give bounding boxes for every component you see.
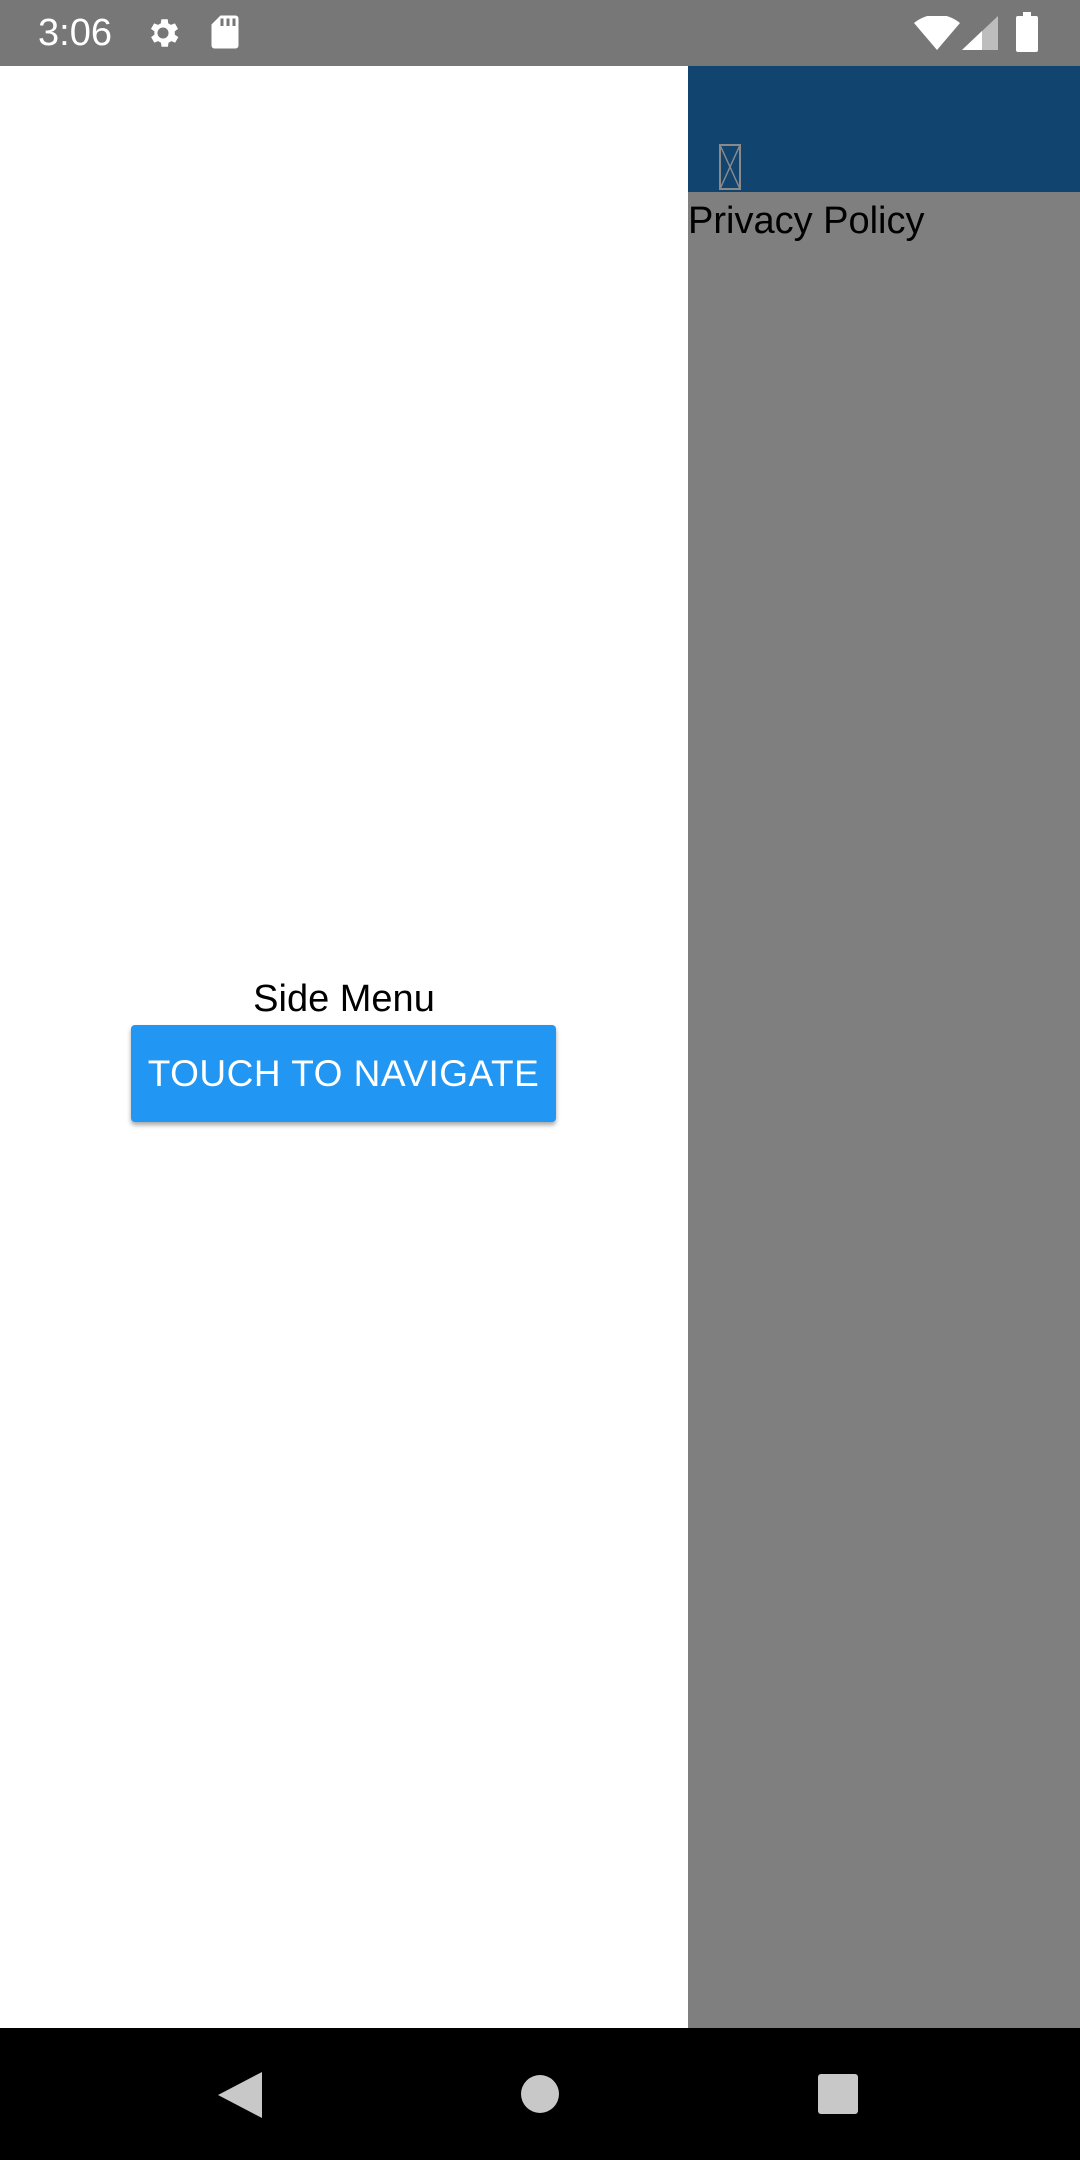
home-icon[interactable] <box>520 2074 560 2114</box>
status-time: 3:06 <box>38 12 112 54</box>
drawer-title: Side Menu <box>253 978 435 1020</box>
page-title: Privacy Policy <box>688 200 925 242</box>
main-header <box>688 66 1080 192</box>
gear-icon <box>150 19 179 47</box>
broken-image-icon <box>719 144 741 190</box>
back-icon[interactable] <box>218 2072 262 2118</box>
recents-icon[interactable] <box>818 2074 858 2114</box>
touch-to-navigate-button[interactable]: TOUCH TO NAVIGATE <box>131 1025 556 1122</box>
signal-icon <box>962 16 998 50</box>
status-bar: 3:06 <box>0 0 1080 66</box>
sd-card-icon <box>211 15 239 49</box>
battery-icon <box>1016 12 1038 52</box>
side-drawer: Side Menu TOUCH TO NAVIGATE <box>0 66 688 2028</box>
navigation-bar <box>0 2028 1080 2160</box>
wifi-icon <box>914 16 960 50</box>
